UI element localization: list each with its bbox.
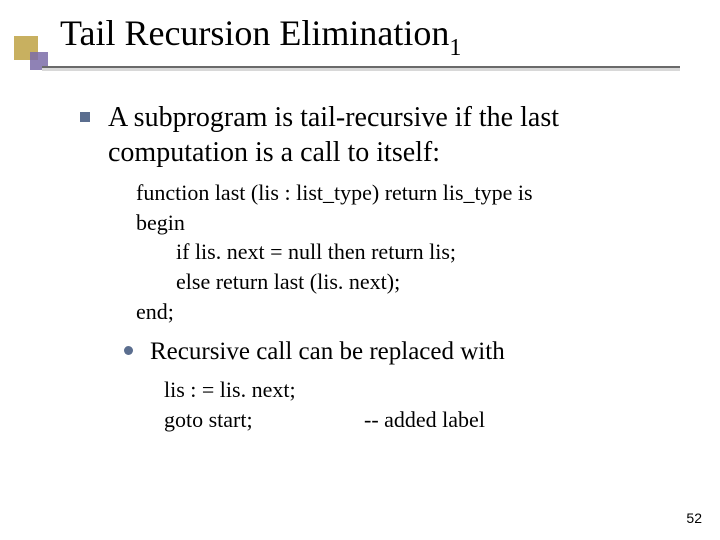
code-line: lis : = lis. next;: [164, 375, 660, 405]
code-line: goto start;: [164, 405, 364, 435]
code-block-1: function last (lis : list_type) return l…: [136, 178, 660, 326]
round-bullet-icon: [124, 346, 133, 355]
slide-title: Tail Recursion Elimination1: [60, 12, 680, 57]
code-line: else return last (lis. next);: [136, 267, 660, 297]
code-line: end;: [136, 297, 660, 327]
code-line: function last (lis : list_type) return l…: [136, 178, 660, 208]
bullet-level2: Recursive call can be replaced with: [124, 336, 660, 369]
slide: Tail Recursion Elimination1 A subprogram…: [0, 0, 720, 540]
bullet-level2-text: Recursive call can be replaced with: [150, 338, 505, 365]
code-block-2: lis : = lis. next; goto start; -- added …: [164, 375, 660, 434]
title-subscript: 1: [449, 35, 461, 61]
code-line: begin: [136, 208, 660, 238]
code-comment: -- added label: [364, 405, 485, 435]
bullet-level1-text: A subprogram is tail-recursive if the la…: [108, 102, 559, 168]
page-number: 52: [686, 510, 702, 526]
title-text: Tail Recursion Elimination: [60, 13, 449, 53]
slide-body: A subprogram is tail-recursive if the la…: [80, 100, 660, 434]
bullet-level1: A subprogram is tail-recursive if the la…: [80, 100, 660, 170]
underline-light: [42, 68, 680, 71]
code-line: if lis. next = null then return lis;: [136, 237, 660, 267]
title-underline: [42, 66, 680, 72]
square-bullet-icon: [80, 112, 90, 122]
code-line-row: goto start; -- added label: [164, 405, 660, 435]
